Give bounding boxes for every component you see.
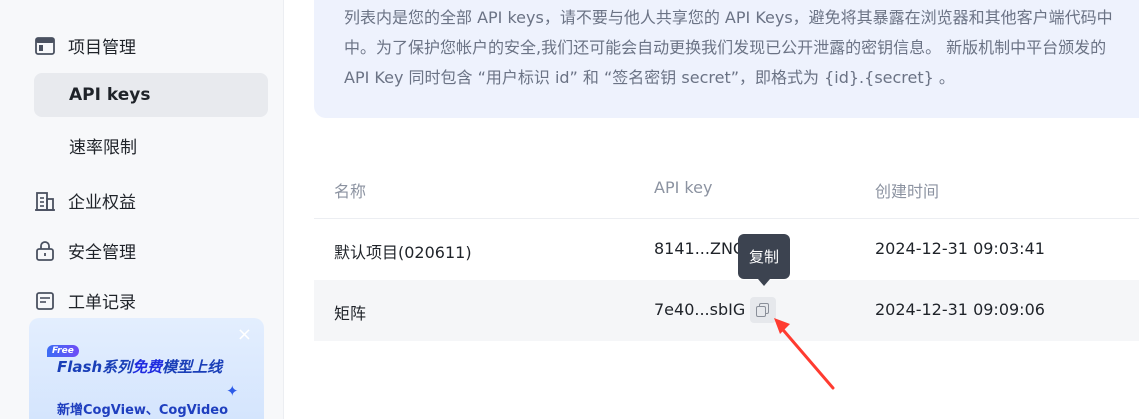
promo-title-prefix: Flash系列 bbox=[57, 358, 133, 376]
close-icon[interactable]: × bbox=[237, 324, 252, 345]
promo-banner[interactable]: × Free Flash系列免费模型上线 ✦ 新增CogView、CogVide… bbox=[29, 318, 264, 419]
nav-security-label: 安全管理 bbox=[68, 243, 136, 263]
row-created: 2024-12-31 09:03:41 bbox=[875, 239, 1045, 258]
notice-line-1: 列表内是您的全部 API keys，请不要与他人共享您的 API Keys，避免… bbox=[344, 8, 1113, 27]
building-icon bbox=[34, 190, 56, 212]
nav-api-keys-label: API keys bbox=[69, 85, 151, 105]
row-api-key: 8141...ZNCl bbox=[654, 239, 749, 258]
window-icon bbox=[34, 35, 56, 57]
row-api-key: 7e40...sbIG bbox=[654, 300, 746, 319]
nav-security[interactable]: 安全管理 bbox=[34, 238, 136, 263]
nav-project-management[interactable]: 项目管理 bbox=[34, 33, 136, 58]
api-keys-notice: 列表内是您的全部 API keys，请不要与他人共享您的 API Keys，避免… bbox=[314, 0, 1139, 118]
row-created: 2024-12-31 09:09:06 bbox=[875, 300, 1045, 319]
row-name: 矩阵 bbox=[334, 304, 367, 323]
ticket-icon bbox=[34, 290, 56, 312]
nav-tickets[interactable]: 工单记录 bbox=[34, 288, 136, 313]
nav-enterprise-label: 企业权益 bbox=[68, 193, 136, 213]
header-created: 创建时间 bbox=[875, 182, 940, 201]
lock-icon bbox=[34, 240, 56, 262]
nav-tickets-label: 工单记录 bbox=[68, 293, 136, 313]
tooltip-label: 复制 bbox=[748, 248, 779, 266]
nav-project-management-label: 项目管理 bbox=[68, 38, 136, 58]
promo-title: Flash系列免费模型上线 bbox=[57, 356, 222, 377]
table-row[interactable]: 矩阵 7e40...sbIG 2024-12-31 09:09:06 bbox=[314, 280, 1139, 341]
table-row[interactable]: 默认项目(020611) 8141...ZNCl 2024-12-31 09:0… bbox=[314, 219, 1139, 280]
nav-rate-limit[interactable]: 速率限制 bbox=[34, 123, 268, 167]
notice-line-2: 中。为了保护您帐户的安全,我们还可能会自动更换我们发现已公开泄露的密钥信息。 新… bbox=[344, 38, 1107, 57]
header-api-key: API key bbox=[654, 178, 713, 197]
sidebar: 项目管理 API keys 速率限制 企业权益 安全管理 工单记录 × Free… bbox=[0, 0, 284, 419]
nav-enterprise[interactable]: 企业权益 bbox=[34, 188, 136, 213]
promo-subtitle: 新增CogView、CogVideo bbox=[57, 403, 229, 418]
nav-rate-limit-label: 速率限制 bbox=[69, 137, 137, 158]
sparkle-icon: ✦ bbox=[226, 382, 239, 400]
notice-line-3: API Key 同时包含 “用户标识 id” 和 “签名密钥 secret”，即… bbox=[344, 68, 955, 87]
header-name: 名称 bbox=[334, 182, 367, 201]
copy-tooltip: 复制 bbox=[738, 234, 790, 286]
promo-title-highlight: 免费 bbox=[132, 358, 163, 376]
nav-api-keys[interactable]: API keys bbox=[34, 73, 268, 117]
annotation-arrow-icon bbox=[774, 318, 835, 390]
promo-title-suffix: 模型上线 bbox=[162, 358, 223, 376]
row-name: 默认项目(020611) bbox=[334, 243, 472, 262]
